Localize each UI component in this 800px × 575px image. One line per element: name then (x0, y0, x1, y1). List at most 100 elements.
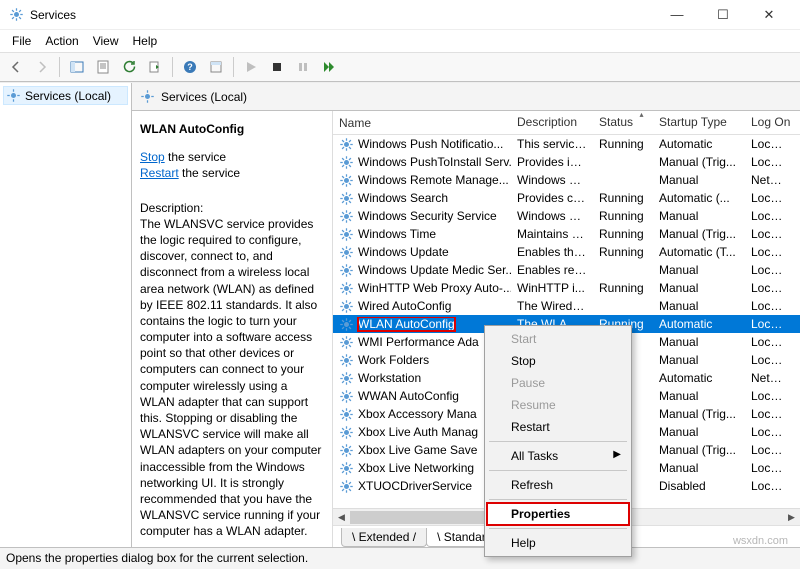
export-button[interactable] (143, 55, 167, 79)
service-logon: Local Sy (745, 191, 793, 205)
service-logon: Local Se (745, 227, 793, 241)
tab-extended[interactable]: \ Extended / (341, 528, 427, 547)
service-name: Workstation (358, 371, 421, 385)
maximize-button[interactable]: ☐ (700, 0, 746, 30)
service-startup: Manual (653, 353, 745, 367)
service-status: Running (593, 281, 653, 295)
services-app-icon (8, 7, 24, 23)
filter-button[interactable] (204, 55, 228, 79)
menu-item-all-tasks[interactable]: All Tasks▶ (487, 445, 629, 467)
toolbar: ? (0, 52, 800, 82)
service-name: Windows Search (358, 191, 448, 205)
menu-item-resume: Resume (487, 394, 629, 416)
table-row[interactable]: Windows Push Notificatio...This service … (333, 135, 800, 153)
service-logon: Local Sy (745, 407, 793, 421)
service-name-heading: WLAN AutoConfig (140, 121, 324, 137)
service-logon: Network (745, 173, 793, 187)
menu-file[interactable]: File (6, 32, 37, 50)
service-desc: Provides co... (511, 191, 593, 205)
close-button[interactable]: ✕ (746, 0, 792, 30)
service-desc: This service ... (511, 137, 593, 151)
gear-icon (339, 191, 354, 206)
service-logon: Local Se (745, 281, 793, 295)
gear-icon (339, 299, 354, 314)
table-row[interactable]: Windows TimeMaintains d...RunningManual … (333, 225, 800, 243)
description-label: Description: (140, 200, 324, 216)
pause-service-button[interactable] (291, 55, 315, 79)
service-startup: Automatic (... (653, 191, 745, 205)
service-logon: Local Sy (745, 443, 793, 457)
service-logon: Local Sy (745, 479, 793, 493)
service-startup: Manual (Trig... (653, 155, 745, 169)
table-row[interactable]: Windows Search Provides co...RunningAutom… (333, 189, 800, 207)
service-name: WLAN AutoConfig (358, 317, 455, 331)
menu-item-help[interactable]: Help (487, 532, 629, 554)
show-hide-tree-button[interactable] (65, 55, 89, 79)
menu-item-restart[interactable]: Restart (487, 416, 629, 438)
service-startup: Manual (653, 389, 745, 403)
service-name: Windows Security Service (358, 209, 497, 223)
gear-icon (339, 137, 354, 152)
table-row[interactable]: Windows Update Medic Ser...Enables rem..… (333, 261, 800, 279)
table-row[interactable]: Windows UpdateEnables the ...RunningAuto… (333, 243, 800, 261)
service-startup: Manual (653, 209, 745, 223)
gear-icon (339, 407, 354, 422)
gear-icon (339, 425, 354, 440)
menu-view[interactable]: View (87, 32, 125, 50)
service-logon: Local Sy (745, 245, 793, 259)
table-row[interactable]: WinHTTP Web Proxy Auto-...WinHTTP i...Ru… (333, 279, 800, 297)
menu-item-refresh[interactable]: Refresh (487, 474, 629, 496)
minimize-button[interactable]: — (654, 0, 700, 30)
scroll-right-button[interactable]: ▶ (783, 509, 800, 526)
back-button[interactable] (4, 55, 28, 79)
tree-services-local[interactable]: Services (Local) (3, 86, 128, 105)
stop-service-link[interactable]: Stop (140, 150, 165, 164)
scroll-left-button[interactable]: ◀ (333, 509, 350, 526)
gear-icon (339, 155, 354, 170)
description-text: The WLANSVC service provides the logic r… (140, 216, 324, 540)
service-name: WWAN AutoConfig (358, 389, 459, 403)
gear-icon (339, 353, 354, 368)
table-row[interactable]: Windows Security ServiceWindows Se...Run… (333, 207, 800, 225)
service-logon: Local Sy (745, 389, 793, 403)
titlebar: Services — ☐ ✕ (0, 0, 800, 30)
restart-service-button[interactable] (317, 55, 341, 79)
service-logon: Local Sy (745, 425, 793, 439)
service-logon: Local Sy (745, 317, 793, 331)
service-startup: Manual (653, 461, 745, 475)
gear-icon (339, 173, 354, 188)
restart-service-link[interactable]: Restart (140, 166, 179, 180)
service-startup: Manual (653, 173, 745, 187)
refresh-button[interactable] (117, 55, 141, 79)
forward-button[interactable] (30, 55, 54, 79)
menu-help[interactable]: Help (127, 32, 164, 50)
service-desc: Windows R... (511, 173, 593, 187)
service-startup: Manual (Trig... (653, 443, 745, 457)
service-name: Windows Time (358, 227, 436, 241)
stop-service-button[interactable] (265, 55, 289, 79)
service-startup: Automatic (653, 137, 745, 151)
gear-icon (339, 317, 354, 332)
table-row[interactable]: Windows Remote Manage...Windows R...Manu… (333, 171, 800, 189)
menu-item-properties[interactable]: Properties (487, 503, 629, 525)
service-status: Running (593, 245, 653, 259)
menubar: File Action View Help (0, 30, 800, 52)
help-button[interactable]: ? (178, 55, 202, 79)
menu-item-start: Start (487, 328, 629, 350)
properties-button[interactable] (91, 55, 115, 79)
table-row[interactable]: Wired AutoConfigThe Wired A...ManualLoca… (333, 297, 800, 315)
service-startup: Manual (Trig... (653, 407, 745, 421)
service-logon: Local Sy (745, 155, 793, 169)
start-service-button[interactable] (239, 55, 263, 79)
menu-item-stop[interactable]: Stop (487, 350, 629, 372)
menu-action[interactable]: Action (39, 32, 84, 50)
service-desc: WinHTTP i... (511, 281, 593, 295)
service-status: Running (593, 191, 653, 205)
console-tree[interactable]: Services (Local) (0, 83, 132, 547)
service-name: Xbox Live Auth Manag (358, 425, 478, 439)
context-menu: StartStopPauseResumeRestartAll Tasks▶Ref… (484, 325, 632, 557)
sort-indicator-icon: ▴ (408, 111, 800, 119)
chevron-right-icon: ▶ (613, 449, 621, 460)
service-name: WMI Performance Ada (358, 335, 479, 349)
table-row[interactable]: Windows PushToInstall Serv...Provides in… (333, 153, 800, 171)
